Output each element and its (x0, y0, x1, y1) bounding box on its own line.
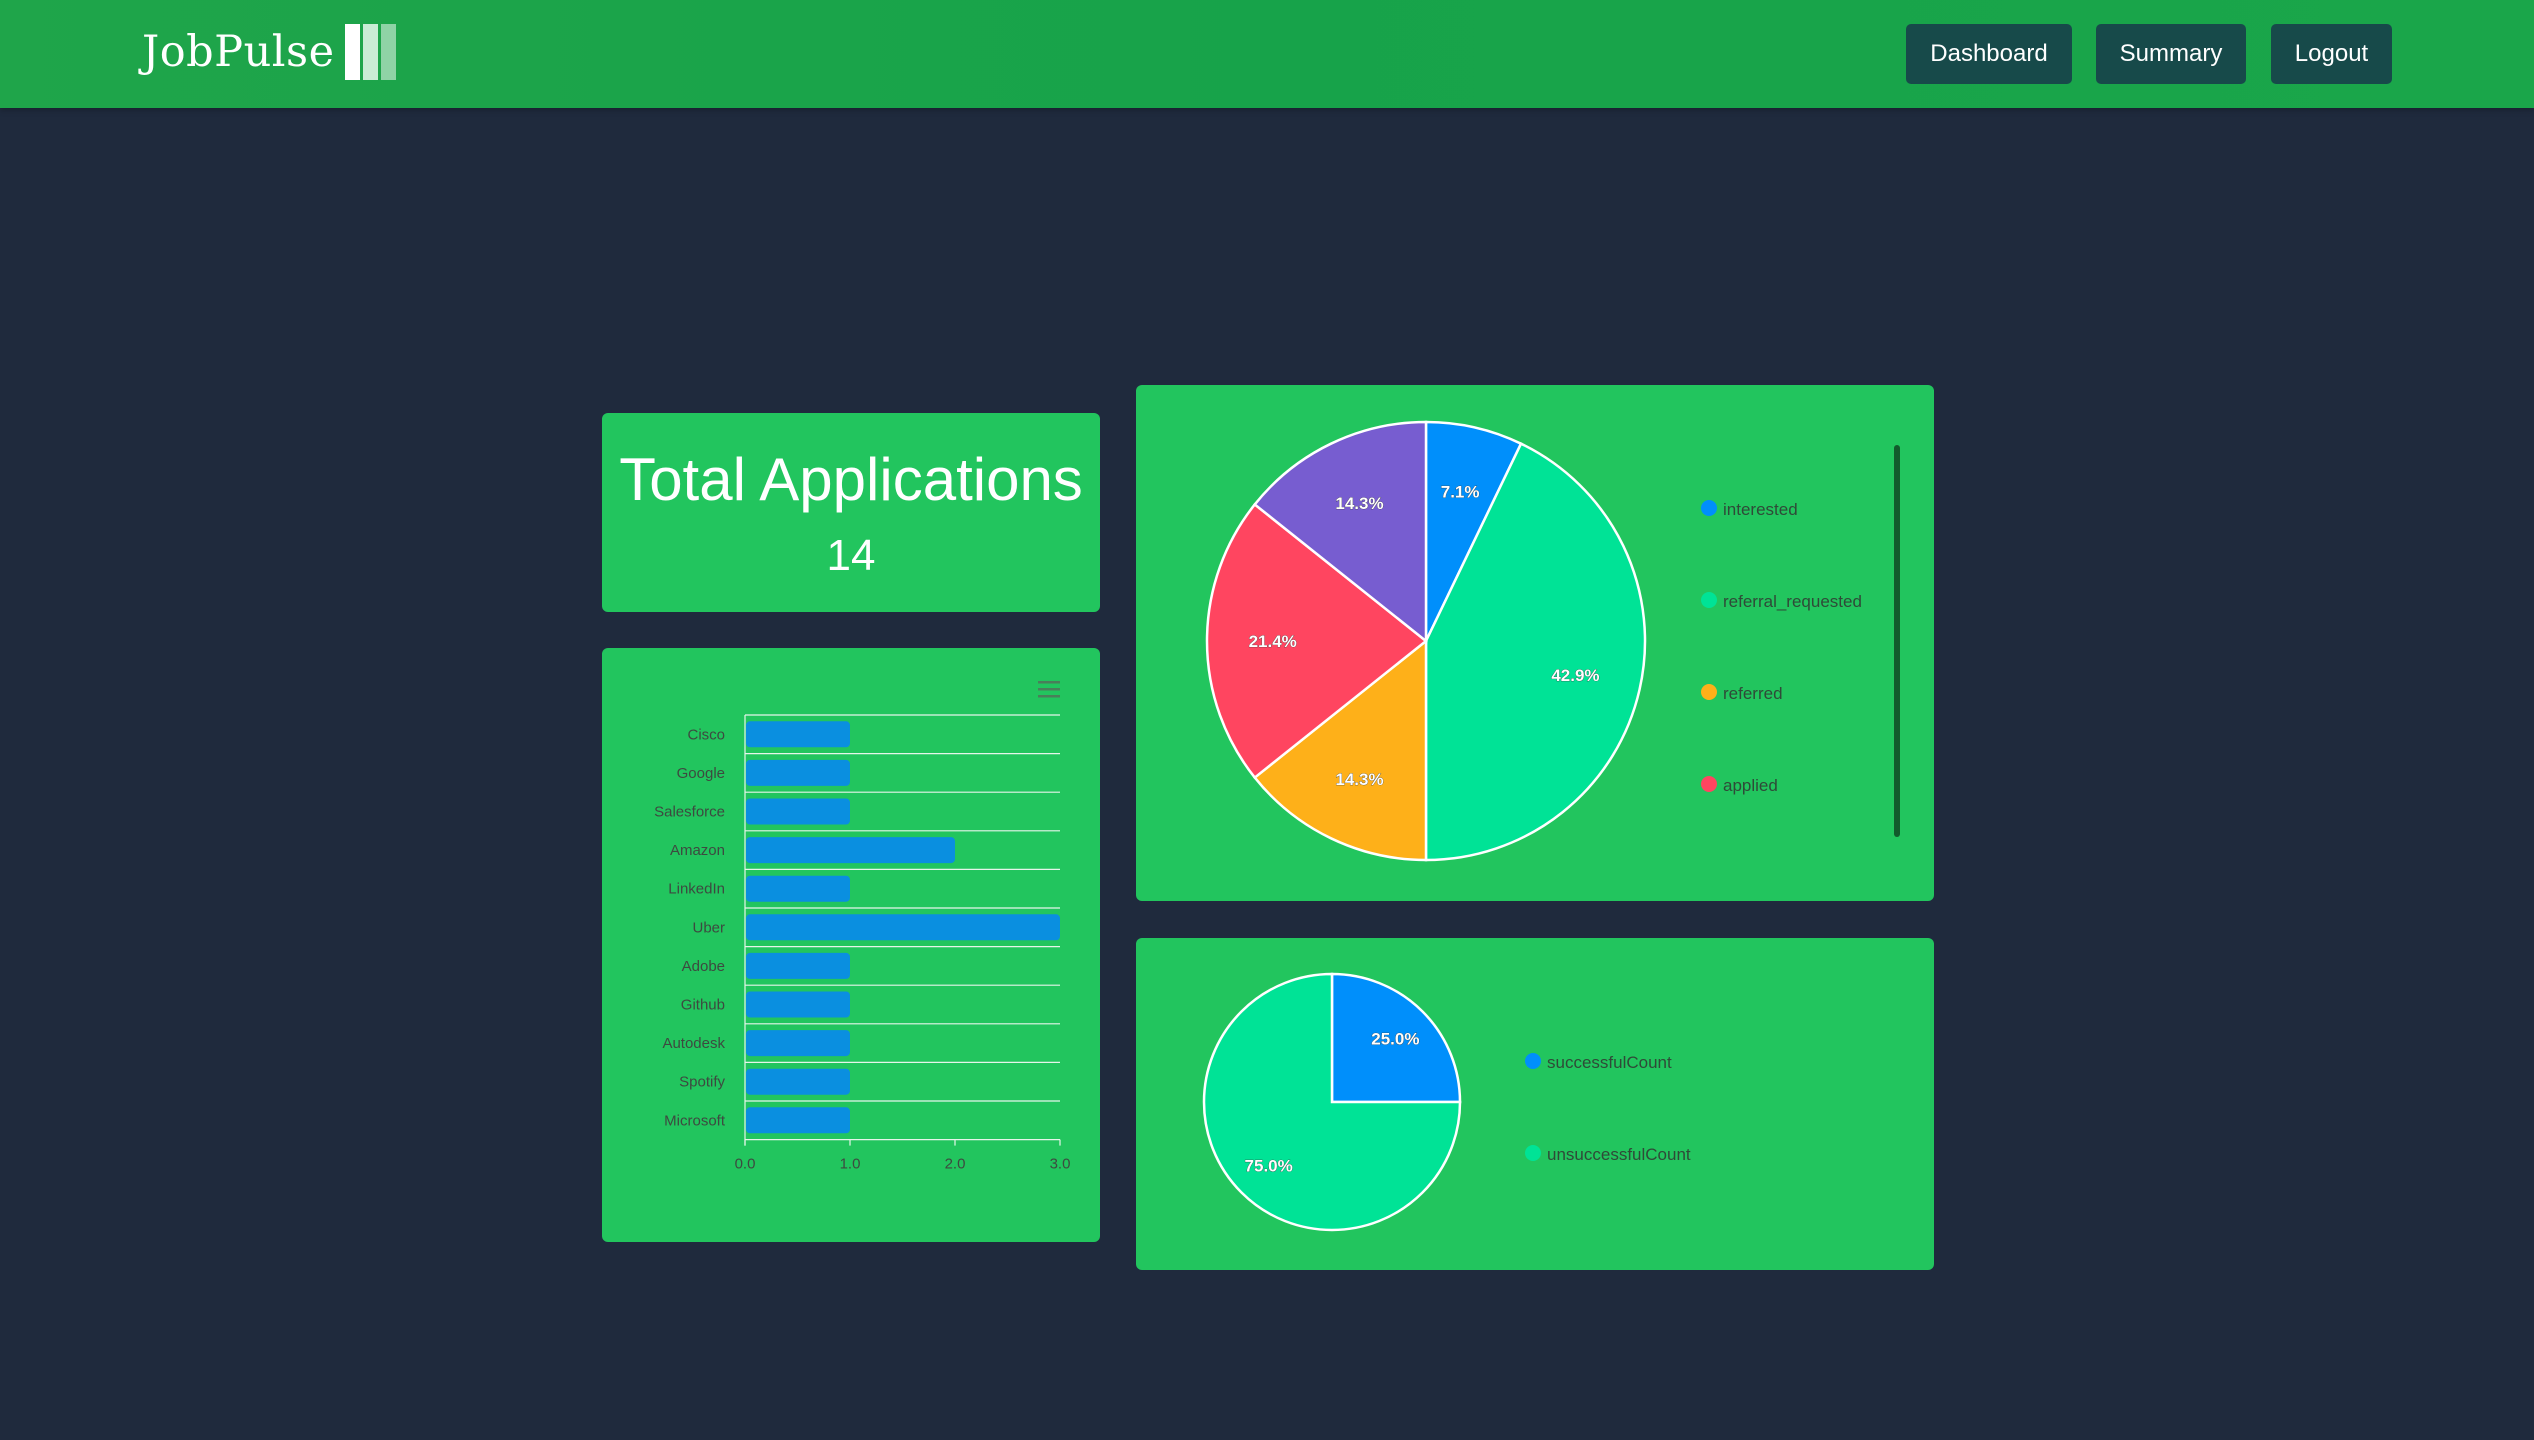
dashboard-button[interactable]: Dashboard (1906, 24, 2072, 84)
legend-item-successfulcount[interactable]: successfulCount (1525, 1053, 1672, 1072)
category-label: Cisco (687, 726, 725, 743)
x-tick-label: 2.0 (945, 1156, 966, 1173)
company-bar-chart: Cisco Google Salesforce Amazon LinkedIn Uber A… (654, 681, 1071, 1173)
legend-marker (1701, 776, 1717, 792)
bar-spotify[interactable] (746, 1068, 850, 1095)
bar-salesforce[interactable] (746, 798, 850, 825)
legend-label: successfulCount (1547, 1053, 1672, 1072)
category-label: Microsoft (664, 1112, 726, 1129)
total-applications-card: Total Applications 14 (602, 413, 1100, 612)
legend-item-referral-requested[interactable]: referral_requested (1701, 592, 1862, 611)
bar-autodesk[interactable] (746, 1030, 850, 1057)
category-label: Google (677, 765, 725, 782)
brand-bars-icon (344, 24, 399, 80)
top-navbar: JobPulse Dashboard Summary Logout (0, 0, 2534, 108)
x-tick-label: 3.0 (1050, 1156, 1071, 1173)
bar-microsoft[interactable] (746, 1107, 850, 1134)
pie-percent-label: 42.9% (1551, 666, 1599, 685)
chart-legend: interested referral_requested referred appl… (1701, 500, 1862, 887)
logout-button[interactable]: Logout (2271, 24, 2392, 84)
company-bar-chart-card: Cisco Google Salesforce Amazon LinkedIn Uber A… (602, 648, 1100, 1242)
outcome-pie-card: 25.0% 75.0% successfulCount unsuccessfulCou… (1136, 938, 1934, 1270)
legend-item-applied[interactable]: applied (1701, 776, 1778, 795)
outcome-pie-chart: 25.0% 75.0% successfulCount unsuccessfulCou… (1202, 972, 1691, 1232)
brand-name: JobPulse (142, 27, 335, 77)
legend-marker (1525, 1053, 1541, 1069)
legend-marker (1701, 684, 1717, 700)
legend-label: interested (1723, 500, 1798, 519)
category-label: Github (681, 997, 725, 1014)
brand-logo[interactable]: JobPulse (142, 22, 399, 82)
summary-button[interactable]: Summary (2096, 24, 2246, 84)
legend-marker (1701, 500, 1717, 516)
legend-item-unsuccessfulcount[interactable]: unsuccessfulCount (1525, 1145, 1691, 1164)
legend-item-interested[interactable]: interested (1701, 500, 1798, 519)
legend-scrollbar[interactable] (1894, 445, 1900, 837)
category-label: Salesforce (654, 804, 725, 821)
legend-label: interview (1723, 868, 1791, 887)
bar-amazon[interactable] (746, 837, 955, 864)
x-tick-label: 0.0 (735, 1156, 756, 1173)
legend-label: applied (1723, 776, 1778, 795)
legend-marker (1701, 592, 1717, 608)
pie-percent-label: 7.1% (1441, 483, 1480, 502)
category-label: Uber (692, 919, 725, 936)
category-label: LinkedIn (668, 881, 725, 898)
bar-uber[interactable] (746, 914, 1060, 941)
pie-percent-label: 14.3% (1335, 770, 1383, 789)
pie-percent-label: 75.0% (1245, 1156, 1293, 1175)
legend-item-referred[interactable]: referred (1701, 684, 1783, 703)
bar-adobe[interactable] (746, 952, 850, 979)
legend-marker (1525, 1145, 1541, 1161)
pie-percent-label: 21.4% (1249, 632, 1297, 651)
category-label: Amazon (670, 842, 725, 859)
bar-linkedin[interactable] (746, 875, 850, 902)
legend-label: referred (1723, 684, 1783, 703)
bar-github[interactable] (746, 991, 850, 1018)
category-label: Autodesk (662, 1035, 725, 1052)
bar-cisco[interactable] (746, 721, 850, 748)
chart-menu-icon[interactable] (1038, 681, 1060, 698)
chart-legend: successfulCount unsuccessfulCount (1525, 1053, 1691, 1164)
category-label: Spotify (679, 1074, 725, 1091)
category-label: Adobe (682, 958, 725, 975)
total-applications-title: Total Applications (619, 446, 1083, 513)
bar-google[interactable] (746, 759, 850, 786)
status-pie-card: 7.1% 42.9% 14.3% 21.4% 14.3% interested referr… (1136, 385, 1934, 901)
pie-percent-label: 25.0% (1371, 1030, 1419, 1049)
x-tick-label: 1.0 (840, 1156, 861, 1173)
legend-marker (1701, 868, 1717, 884)
legend-label: unsuccessfulCount (1547, 1145, 1691, 1164)
status-pie-chart: 7.1% 42.9% 14.3% 21.4% 14.3% interested referr… (1205, 420, 1900, 887)
legend-item-interview[interactable]: interview (1701, 868, 1791, 887)
total-applications-count: 14 (826, 531, 876, 580)
legend-label: referral_requested (1723, 592, 1862, 611)
pie-percent-label: 14.3% (1335, 494, 1383, 513)
